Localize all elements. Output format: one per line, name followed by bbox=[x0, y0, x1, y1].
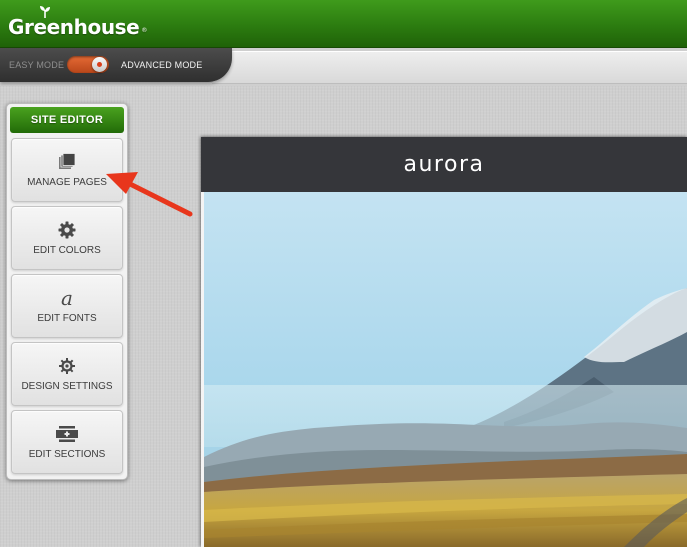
greenhouse-logo[interactable]: Greenhouse ® bbox=[8, 6, 147, 39]
gear-icon bbox=[12, 219, 122, 241]
settings-cog-icon bbox=[12, 355, 122, 377]
font-glyph: a bbox=[61, 286, 73, 310]
edit-colors-label: EDIT COLORS bbox=[33, 245, 101, 256]
hero-image bbox=[204, 192, 687, 547]
design-settings-button[interactable]: DESIGN SETTINGS bbox=[11, 342, 123, 406]
edit-sections-label: EDIT SECTIONS bbox=[28, 449, 106, 460]
site-logo[interactable]: aurora bbox=[201, 137, 687, 192]
toggle-knob[interactable] bbox=[92, 57, 107, 72]
annotation-arrow-icon bbox=[106, 172, 193, 217]
font-a-icon: a bbox=[12, 287, 122, 309]
edit-sections-button[interactable]: EDIT SECTIONS bbox=[11, 410, 123, 474]
top-bar: Greenhouse ® bbox=[0, 0, 687, 48]
edit-fonts-button[interactable]: a EDIT FONTS bbox=[11, 274, 123, 338]
sprout-icon bbox=[40, 6, 50, 18]
mode-switcher: EASY MODE ADVANCED MODE bbox=[0, 48, 232, 82]
mode-toggle-switch[interactable] bbox=[67, 56, 109, 73]
easy-mode-label[interactable]: EASY MODE bbox=[9, 60, 64, 70]
mode-bar-tab-area bbox=[212, 51, 687, 84]
mode-bar: EASY MODE ADVANCED MODE bbox=[0, 48, 687, 86]
site-editor-title: SITE EDITOR bbox=[10, 107, 124, 133]
brand-name: Greenhouse bbox=[8, 15, 140, 39]
site-preview: aurora bbox=[201, 137, 687, 547]
advanced-mode-label[interactable]: ADVANCED MODE bbox=[121, 60, 202, 70]
preview-header: aurora bbox=[201, 137, 687, 192]
site-editor-panel: SITE EDITOR MANAGE PAGES EDIT COLORS a E… bbox=[6, 103, 128, 480]
sections-add-icon bbox=[12, 423, 122, 445]
edit-fonts-label: EDIT FONTS bbox=[37, 313, 97, 324]
registered-mark: ® bbox=[141, 27, 147, 34]
design-settings-label: DESIGN SETTINGS bbox=[21, 381, 113, 392]
